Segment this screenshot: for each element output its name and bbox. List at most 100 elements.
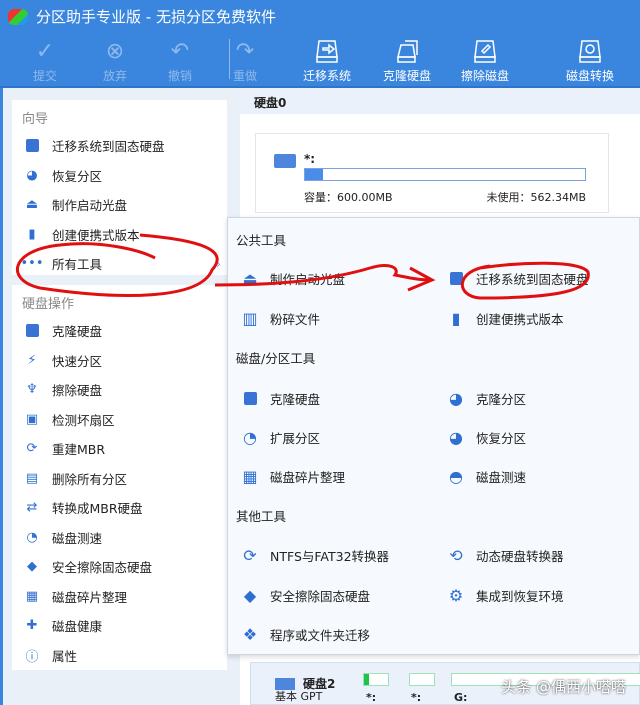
other-tools-header: 其他工具 [236, 509, 287, 524]
redo-icon: ↷ [235, 39, 255, 64]
sidebar-item-secure-erase[interactable]: ◆ 安全擦除固态硬盘 [12, 552, 227, 582]
disk-tools-header: 磁盘/分区工具 [236, 351, 316, 366]
health-plus-icon: ✚ [26, 618, 38, 634]
submit-button[interactable]: ✓ 提交 [10, 37, 80, 84]
migrate-icon [446, 268, 466, 288]
item-label: 安全擦除固态硬盘 [270, 588, 371, 604]
toolbar: ✓ 提交 ⊗ 放弃 ↶ 撤销 ↷ 重做 迁移系统 克隆硬盘 擦除磁盘 磁盘转换 [0, 33, 640, 88]
menu-item-migrate-ssd[interactable]: 迁移系统到固态硬盘 [446, 268, 589, 288]
menu-item-app-mover[interactable]: ❖ 程序或文件夹迁移 [240, 624, 370, 644]
sidebar-item-speed-test[interactable]: ◔ 磁盘测速 [12, 523, 227, 553]
partition-mini-bar[interactable] [409, 673, 435, 686]
item-label: NTFS与FAT32转换器 [270, 548, 390, 564]
item-label: 恢复分区 [52, 168, 103, 184]
menu-item-speed-test[interactable]: ◓ 磁盘测速 [446, 466, 526, 486]
eraser-icon: ◆ [27, 559, 37, 575]
defrag-icon: ▦ [242, 466, 258, 486]
wipe-disk-icon [450, 37, 520, 67]
chevron-right-icon: › [216, 256, 221, 272]
item-label: 属性 [52, 648, 78, 664]
item-label: 磁盘碎片整理 [270, 469, 346, 485]
capacity-text: 容量：600.00MB [304, 191, 393, 204]
discard-label: 放弃 [102, 69, 127, 83]
menu-item-clone-disk[interactable]: 克隆硬盘 [240, 388, 320, 408]
sidebar-item-disk-health[interactable]: ✚ 磁盘健康 [12, 611, 227, 641]
sidebar-item-bad-sector[interactable]: ▣ 检测坏扇区 [12, 405, 227, 435]
convert-icon: ⇄ [26, 500, 38, 516]
wipe-disk-label: 擦除磁盘 [460, 69, 509, 83]
sidebar-item-migrate-ssd[interactable]: 迁移系统到固态硬盘 [12, 131, 227, 161]
delete-icon: ▤ [25, 470, 39, 486]
sidebar-item-convert-mbr[interactable]: ⇄ 转换成MBR硬盘 [12, 493, 227, 523]
item-label: 重建MBR [52, 442, 106, 458]
item-label: 粉碎文件 [270, 311, 321, 327]
disk-convert-icon [555, 37, 625, 67]
menu-item-extend-partition[interactable]: ◔ 扩展分区 [240, 427, 320, 447]
item-label: 迁移系统到固态硬盘 [476, 271, 589, 287]
shredder-icon: ▥ [242, 308, 258, 328]
sidebar-item-wipe-disk[interactable]: ♆ 擦除硬盘 [12, 375, 227, 405]
redo-button[interactable]: ↷ 重做 [210, 37, 280, 84]
clone-disk-icon [24, 323, 40, 339]
boot-disc-icon: ⏏ [25, 197, 39, 213]
sidebar-item-rebuild-mbr[interactable]: ⟳ 重建MBR [12, 434, 227, 464]
sidebar-item-clone-disk[interactable]: 克隆硬盘 [12, 316, 227, 346]
sidebar-item-portable[interactable]: ▮ 创建便携式版本 [12, 220, 227, 250]
pie-recover-icon: ◕ [26, 167, 38, 183]
submit-label: 提交 [32, 69, 57, 83]
item-label: 创建便携式版本 [476, 311, 564, 327]
boot-disc-icon: ⏏ [242, 268, 258, 288]
migrate-os-label: 迁移系统 [302, 69, 351, 83]
disk-ops-panel: 硬盘操作 克隆硬盘 ⚡ 快速分区 ♆ 擦除硬盘 ▣ 检测坏扇区 ⟳ 重建MBR ▤ 删除所… [12, 285, 227, 670]
gear-recover-icon: ⚙ [448, 585, 464, 605]
menu-item-dynamic-disk[interactable]: ⟲ 动态硬盘转换器 [446, 545, 563, 565]
item-label: 恢复分区 [476, 430, 527, 446]
dynamic-disk-icon: ⟲ [449, 545, 463, 565]
sidebar-item-all-tools[interactable]: ••• 所有工具 › [12, 249, 227, 279]
menu-item-shred-files[interactable]: ▥ 粉碎文件 [240, 308, 320, 328]
menu-item-portable[interactable]: ▮ 创建便携式版本 [446, 308, 564, 328]
disk-convert-button[interactable]: 磁盘转换 [555, 37, 625, 84]
migrate-icon [24, 138, 40, 154]
sidebar-item-delete-all[interactable]: ▤ 删除所有分区 [12, 464, 227, 494]
defrag-icon: ▦ [25, 588, 39, 604]
eraser-icon: ◆ [243, 585, 257, 605]
item-label: 集成到恢复环境 [476, 588, 564, 604]
item-label: 扩展分区 [270, 430, 321, 446]
item-label: 程序或文件夹迁移 [270, 627, 371, 643]
redo-label: 重做 [232, 69, 257, 83]
menu-item-defrag[interactable]: ▦ 磁盘碎片整理 [240, 466, 345, 486]
info-icon: ⓘ [25, 649, 39, 665]
sidebar-item-defrag[interactable]: ▦ 磁盘碎片整理 [12, 582, 227, 612]
migrate-os-button[interactable]: 迁移系统 [292, 37, 362, 84]
undo-button[interactable]: ↶ 撤销 [145, 37, 215, 84]
partition-mini-bar[interactable] [363, 673, 389, 686]
sidebar-item-boot-disc[interactable]: ⏏ 制作启动光盘 [12, 190, 227, 220]
item-label: 磁盘碎片整理 [52, 589, 128, 605]
sidebar-item-recover-partition[interactable]: ◕ 恢复分区 [12, 161, 227, 191]
all-tools-menu: 公共工具 ⏏ 制作启动光盘 迁移系统到固态硬盘 ▥ 粉碎文件 ▮ 创建便携式版本 磁盘… [227, 217, 640, 655]
clone-disk-button[interactable]: 克隆硬盘 [372, 37, 442, 84]
item-label: 快速分区 [52, 353, 103, 369]
pie-recover-icon: ◕ [449, 427, 463, 447]
window-title: 分区助手专业版 - 无损分区免费软件 [36, 8, 276, 26]
partition-card[interactable]: *: 容量：600.00MB 未使用：562.34MB [255, 133, 609, 213]
partition-letter: *: [366, 691, 377, 704]
more-dots-icon: ••• [20, 256, 44, 272]
clone-disk-label: 克隆硬盘 [382, 69, 431, 83]
item-label: 迁移系统到固态硬盘 [52, 139, 165, 155]
menu-item-boot-disc[interactable]: ⏏ 制作启动光盘 [240, 268, 345, 288]
sidebar-item-properties[interactable]: ⓘ 属性 [12, 641, 227, 671]
menu-item-clone-partition[interactable]: ◕ 克隆分区 [446, 388, 526, 408]
undo-label: 撤销 [167, 69, 192, 83]
menu-item-recovery-env[interactable]: ⚙ 集成到恢复环境 [446, 585, 564, 605]
menu-item-recover-partition[interactable]: ◕ 恢复分区 [446, 427, 526, 447]
wipe-disk-button[interactable]: 擦除磁盘 [450, 37, 520, 84]
discard-button[interactable]: ⊗ 放弃 [80, 37, 150, 84]
sidebar-item-quick-partition[interactable]: ⚡ 快速分区 [12, 346, 227, 376]
item-label: 创建便携式版本 [52, 227, 140, 243]
disk-icon [274, 154, 296, 168]
menu-item-ntfs-fat32[interactable]: ⟳ NTFS与FAT32转换器 [240, 545, 389, 565]
menu-item-secure-erase[interactable]: ◆ 安全擦除固态硬盘 [240, 585, 370, 605]
wizard-header: 向导 [22, 112, 49, 127]
